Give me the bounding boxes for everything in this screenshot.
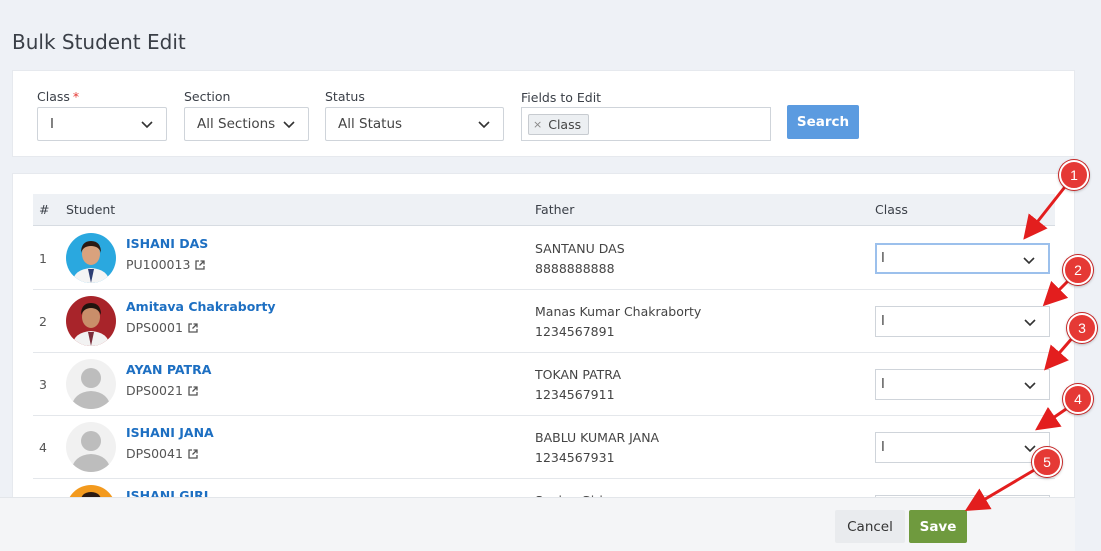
search-button[interactable]: Search	[787, 105, 859, 139]
fields-to-edit-label: Fields to Edit	[521, 90, 602, 105]
student-name-link[interactable]: AYAN PATRA	[126, 362, 211, 377]
status-select-value: All Status	[338, 116, 403, 132]
external-link-icon[interactable]	[188, 385, 198, 396]
field-tag-label: Class	[548, 117, 582, 132]
header-father: Father	[535, 202, 575, 217]
student-id: DPS0001	[126, 320, 198, 335]
avatar	[66, 359, 116, 409]
remove-tag-icon[interactable]: ×	[533, 115, 542, 134]
external-link-icon[interactable]	[188, 448, 198, 459]
class-select-row[interactable]: I	[875, 369, 1050, 400]
avatar	[66, 422, 116, 472]
student-name-link[interactable]: Amitava Chakraborty	[126, 299, 276, 314]
student-name-link[interactable]: ISHANI JANA	[126, 425, 214, 440]
chevron-down-icon	[141, 121, 153, 129]
table-row: 1 ISHANI DAS PU100013 SANTANU DAS 888888…	[33, 227, 1055, 290]
row-number: 3	[39, 377, 47, 392]
annotation-marker-1: 1	[1059, 160, 1089, 190]
row-number: 4	[39, 440, 47, 455]
father-name: BABLU KUMAR JANA	[535, 430, 660, 445]
class-select-row[interactable]: I	[875, 243, 1050, 274]
father-phone: 8888888888	[535, 261, 615, 276]
external-link-icon[interactable]	[188, 322, 198, 333]
class-select-row[interactable]: I	[875, 306, 1050, 337]
header-number: #	[39, 202, 50, 217]
chevron-down-icon	[478, 121, 490, 129]
annotation-marker-5: 5	[1032, 447, 1062, 477]
father-name: TOKAN PATRA	[535, 367, 622, 382]
student-name-link[interactable]: ISHANI DAS	[126, 236, 208, 251]
chevron-down-icon	[283, 121, 295, 129]
class-select[interactable]: I	[37, 107, 167, 141]
student-id: DPS0021	[126, 383, 198, 398]
row-number: 1	[39, 251, 47, 266]
annotation-marker-3: 3	[1067, 313, 1097, 343]
avatar	[66, 233, 116, 283]
class-filter-label: Class *	[37, 89, 80, 104]
section-select[interactable]: All Sections	[184, 107, 309, 141]
avatar	[66, 296, 116, 346]
class-select-row[interactable]: I	[875, 432, 1050, 463]
required-asterisk: *	[72, 89, 80, 104]
table-row: 4 ISHANI JANA DPS0041 BABLU KUMAR JANA 1…	[33, 416, 1055, 479]
fields-to-edit-input[interactable]: × Class	[521, 107, 771, 141]
father-phone: 1234567891	[535, 324, 615, 339]
annotation-marker-4: 4	[1063, 384, 1093, 414]
student-id: DPS0041	[126, 446, 198, 461]
chevron-down-icon	[1024, 382, 1036, 390]
father-phone: 1234567931	[535, 450, 615, 465]
header-student: Student	[66, 202, 116, 217]
annotation-marker-2: 2	[1063, 255, 1093, 285]
student-id: PU100013	[126, 257, 206, 272]
class-select-value: I	[50, 116, 54, 132]
status-select[interactable]: All Status	[325, 107, 504, 141]
filter-panel: Class * I Section All Sections Status All…	[12, 70, 1075, 157]
father-name: Manas Kumar Chakraborty	[535, 304, 702, 319]
students-table-panel: # Student Father Class 1 ISHANI DAS PU10…	[12, 173, 1075, 551]
cancel-button[interactable]: Cancel	[835, 510, 905, 543]
save-button[interactable]: Save	[909, 510, 967, 543]
row-number: 2	[39, 314, 47, 329]
section-filter-label: Section	[184, 89, 231, 104]
table-header: # Student Father Class	[33, 194, 1055, 226]
header-class: Class	[875, 202, 908, 217]
section-select-value: All Sections	[197, 116, 276, 132]
chevron-down-icon	[1024, 319, 1036, 327]
external-link-icon[interactable]	[195, 259, 206, 270]
chevron-down-icon	[1023, 257, 1035, 265]
status-filter-label: Status	[325, 89, 365, 104]
page-title: Bulk Student Edit	[12, 30, 186, 54]
table-row: 2 Amitava Chakraborty DPS0001 Manas Kuma…	[33, 290, 1055, 353]
field-tag-class: × Class	[528, 114, 590, 135]
father-phone: 1234567911	[535, 387, 615, 402]
action-footer: Cancel Save	[0, 497, 1075, 551]
father-name: SANTANU DAS	[535, 241, 625, 256]
table-row: 3 AYAN PATRA DPS0021 TOKAN PATRA 1234567…	[33, 353, 1055, 416]
